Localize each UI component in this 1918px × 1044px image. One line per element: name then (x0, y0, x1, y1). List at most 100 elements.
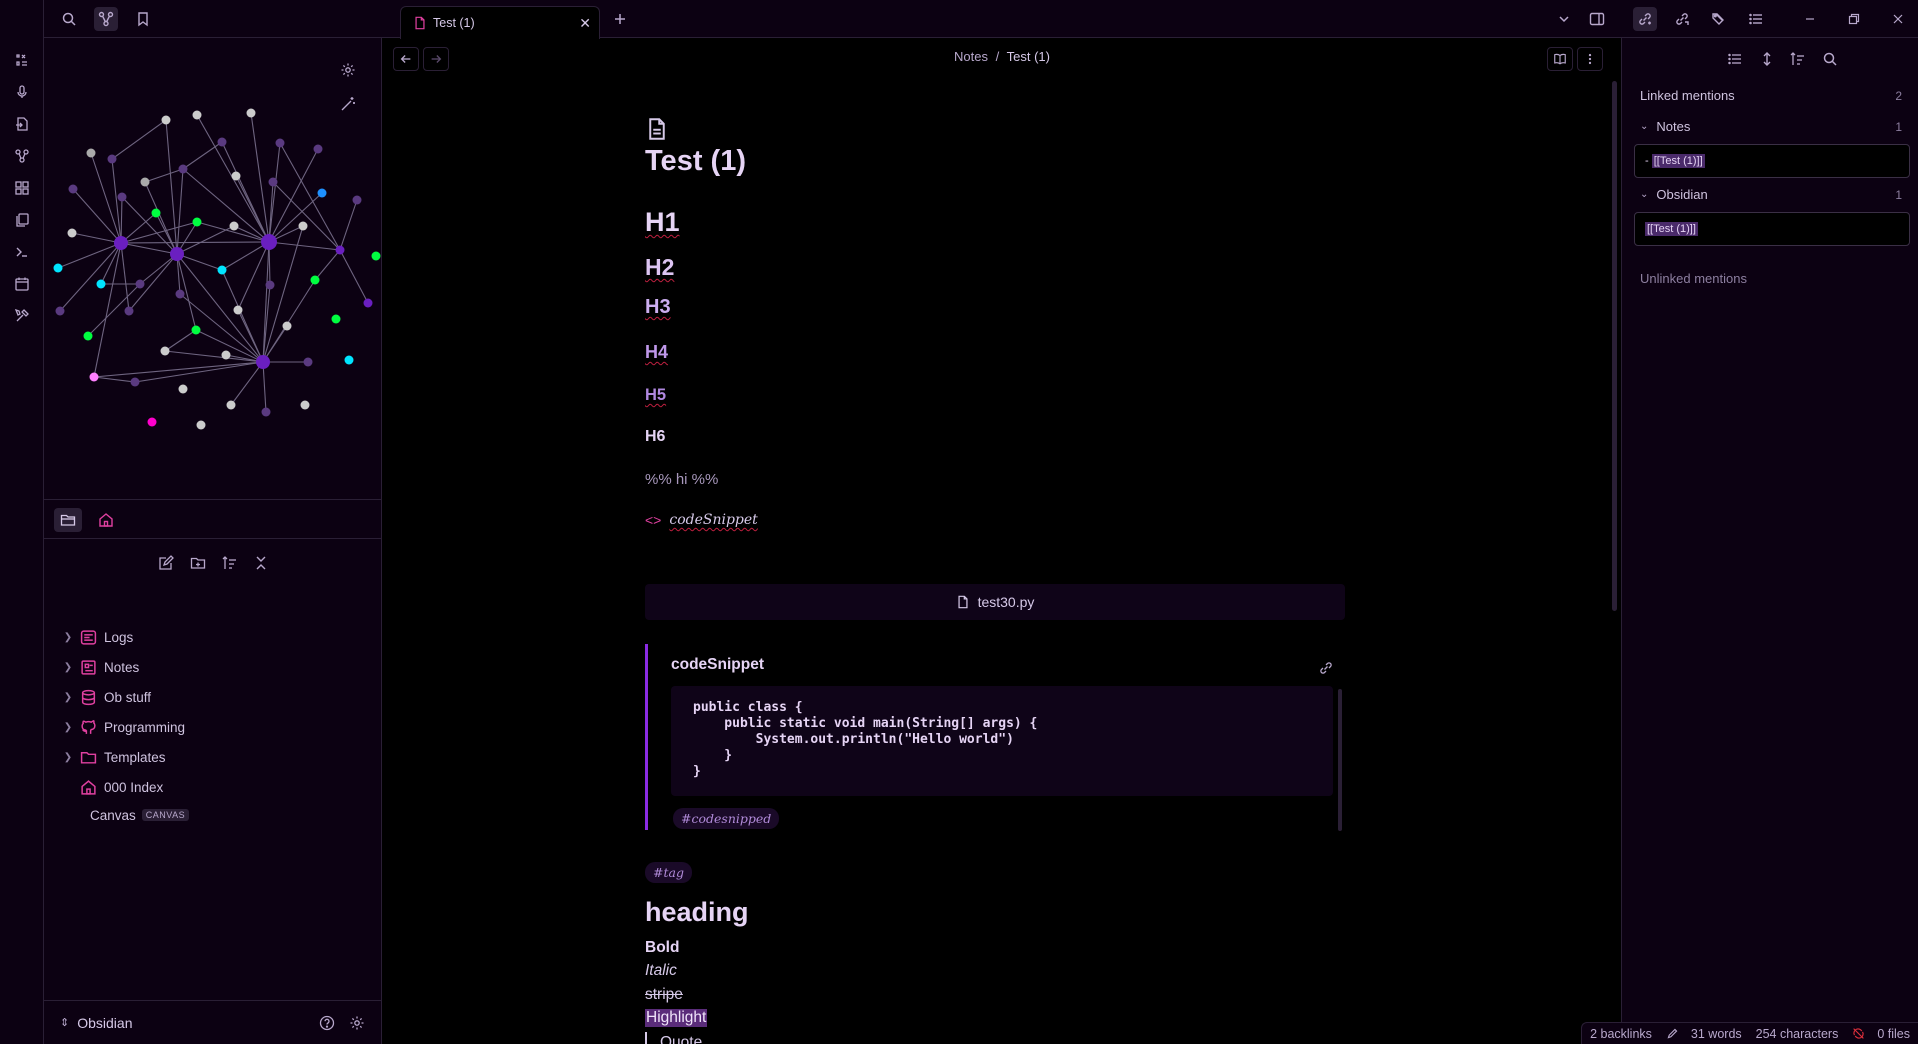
pages-icon[interactable] (10, 208, 34, 232)
canvas-icon[interactable] (10, 176, 34, 200)
tab-test-1[interactable]: Test (1) ✕ (400, 6, 600, 39)
graph-node[interactable] (140, 177, 150, 187)
code-block[interactable]: public class { public static void main(S… (671, 686, 1333, 796)
graph-node[interactable] (217, 265, 227, 275)
new-folder-icon[interactable] (187, 552, 209, 574)
graph-node[interactable] (344, 355, 354, 365)
tags-icon[interactable] (1707, 7, 1731, 31)
tree-file-canvas[interactable]: Canvas CANVAS (60, 802, 360, 828)
mention-result[interactable]: - [[Test (1)]] (1634, 144, 1910, 178)
more-options-icon[interactable] (1577, 47, 1603, 71)
collapse-all-icon[interactable] (250, 552, 272, 574)
graph-node[interactable] (117, 192, 127, 202)
tag-codesnipped[interactable]: #codesnipped (673, 808, 780, 829)
unlinked-mentions-header[interactable]: Unlinked mentions (1640, 271, 1902, 286)
graph-settings-gear-icon[interactable] (337, 59, 359, 81)
graph-node[interactable] (261, 407, 271, 417)
graph-view-icon[interactable] (94, 7, 118, 31)
tree-folder-notes[interactable]: ❯ Notes (60, 654, 360, 680)
graph-node[interactable] (331, 314, 341, 324)
home-tab-home-icon[interactable] (92, 508, 120, 532)
settings-gear-icon[interactable] (346, 1012, 368, 1034)
embedded-file[interactable]: test30.py (645, 584, 1345, 620)
graph-node[interactable] (124, 306, 134, 316)
graph-node[interactable] (178, 384, 188, 394)
tag-tag[interactable]: #tag (645, 862, 692, 883)
outgoing-links-icon[interactable] (1670, 7, 1694, 31)
graph-node[interactable] (160, 346, 170, 356)
tree-folder-templates[interactable]: ❯ Templates (60, 744, 360, 770)
restore-icon[interactable] (1842, 7, 1866, 31)
graph-node[interactable] (303, 357, 313, 367)
graph-node[interactable] (231, 171, 241, 181)
graph-node[interactable] (352, 195, 362, 205)
search-icon[interactable] (1819, 48, 1841, 70)
calendar-icon[interactable] (10, 272, 34, 296)
tree-folder-logs[interactable]: ❯ Logs (60, 624, 360, 650)
backlinks-icon[interactable] (1633, 7, 1657, 31)
linked-mentions-header[interactable]: Linked mentions 2 (1640, 88, 1902, 103)
graph-node[interactable] (175, 289, 185, 299)
mention-group-obsidian[interactable]: ⌄ Obsidian 1 (1640, 187, 1902, 202)
tree-folder-ob-stuff[interactable]: ❯ Ob stuff (60, 684, 360, 710)
graph-node[interactable] (310, 275, 320, 285)
sync-off-icon[interactable] (1852, 1027, 1865, 1040)
graph-node[interactable] (53, 263, 63, 273)
editor-scrollbar[interactable] (1612, 81, 1617, 611)
sort-icon[interactable] (219, 552, 241, 574)
embed-scrollbar[interactable] (1338, 689, 1342, 831)
graph-node[interactable] (191, 325, 201, 335)
graph-icon[interactable] (10, 144, 34, 168)
import-icon[interactable] (10, 112, 34, 136)
open-link-icon[interactable] (1318, 660, 1334, 679)
right-sidebar-toggle-icon[interactable] (1585, 7, 1609, 31)
graph-node[interactable] (114, 236, 128, 250)
graph-node[interactable] (161, 115, 171, 125)
graph-node[interactable] (298, 221, 308, 231)
tools-icon[interactable] (10, 304, 34, 328)
bookmark-icon[interactable] (131, 7, 155, 31)
graph-node[interactable] (317, 188, 327, 198)
reading-view-book-icon[interactable] (1547, 47, 1573, 71)
graph-node[interactable] (335, 245, 345, 255)
graph-node[interactable] (86, 148, 96, 158)
outline-icon[interactable] (1744, 7, 1768, 31)
graph-node[interactable] (67, 228, 77, 238)
graph-node[interactable] (107, 154, 117, 164)
snippet-link-row[interactable]: <> codeSnippet (645, 512, 758, 528)
graph-node[interactable] (275, 138, 285, 148)
graph-node[interactable] (246, 108, 256, 118)
graph-node[interactable] (170, 247, 184, 261)
graph-node[interactable] (261, 234, 277, 250)
graph-animate-wand-icon[interactable] (337, 93, 359, 115)
graph-node[interactable] (282, 321, 292, 331)
search-icon[interactable] (57, 7, 81, 31)
tree-folder-programming[interactable]: ❯ Programming (60, 714, 360, 740)
minimize-icon[interactable] (1798, 7, 1822, 31)
graph-node[interactable] (151, 208, 161, 218)
microphone-icon[interactable] (10, 80, 34, 104)
graph-node[interactable] (83, 331, 93, 341)
graph-node[interactable] (265, 280, 275, 290)
help-icon[interactable] (316, 1012, 338, 1034)
embedded-file-name[interactable]: test30.py (978, 594, 1035, 610)
graph-node[interactable] (313, 144, 323, 154)
graph-node[interactable] (89, 372, 99, 382)
graph-node[interactable] (196, 420, 206, 430)
tab-list-chevron-icon[interactable] (1552, 7, 1576, 31)
vault-switch-chevron-icon[interactable]: ⇕ (60, 1016, 69, 1029)
graph-node[interactable] (55, 306, 65, 316)
new-tab-icon[interactable] (608, 7, 632, 31)
graph-node[interactable] (178, 164, 188, 174)
tree-file-000-index[interactable]: 000 Index (60, 774, 360, 800)
graph-node[interactable] (371, 251, 381, 261)
snippet-link[interactable]: codeSnippet (669, 512, 757, 528)
list-view-icon[interactable] (1724, 48, 1746, 70)
graph-node[interactable] (96, 279, 106, 289)
graph-node[interactable] (192, 110, 202, 120)
sort-icon[interactable] (1787, 48, 1809, 70)
local-graph-view[interactable] (44, 38, 382, 500)
graph-node[interactable] (300, 400, 310, 410)
vault-name[interactable]: Obsidian (77, 1015, 132, 1031)
graph-node[interactable] (268, 177, 278, 187)
